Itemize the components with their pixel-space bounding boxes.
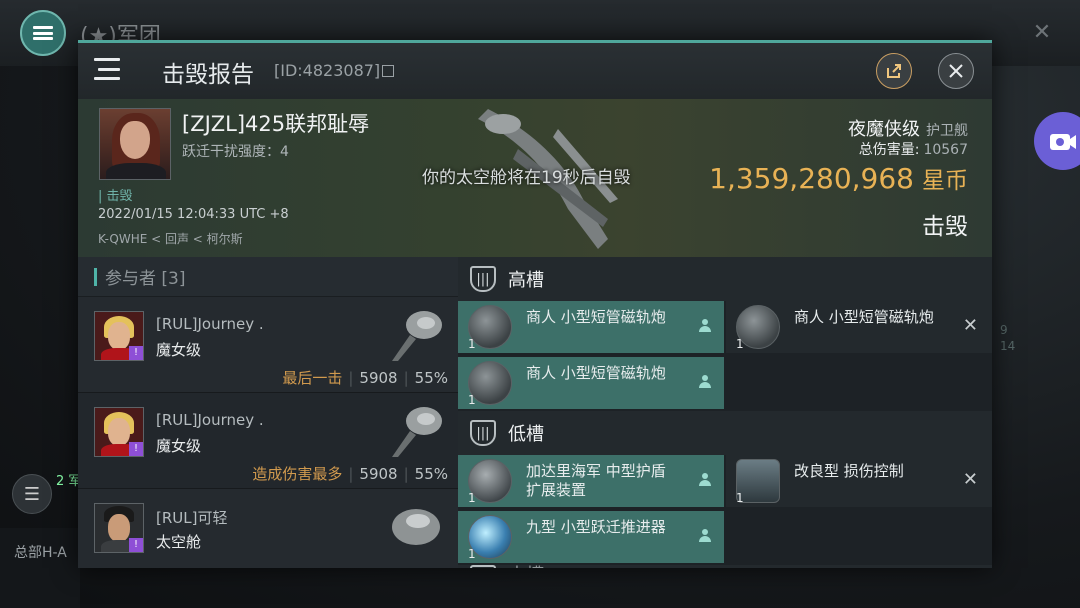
total-damage: 总伤害量: 10567 [858,142,968,158]
participant-row[interactable]: ! [RUL]可轻 太空舱 [78,489,458,568]
isk-value: 1,359,280,968 星币 [709,162,968,195]
role-icon: ! [129,346,143,360]
participant-name: [RUL]Journey . [156,411,264,429]
victim-panel: [ZJZL]425联邦耻辱 跃迁干扰强度：4 | 击毁 2022/01/15 1… [78,99,992,257]
warp-disrupt-strength: 跃迁干扰强度：4 [182,144,289,160]
killmail-modal: 击毁报告 [ID:4823087] [ZJZL]425联邦耻辱 跃迁干扰强度：4… [78,40,992,568]
module-item[interactable]: 1 加达里海军 中型护盾扩展装置 [458,455,724,507]
participant-stats: 造成伤害最多 | 5908 | 55% [252,465,448,483]
background-side-menu-button[interactable]: ☰ [12,474,52,514]
pilot-icon [698,529,712,543]
role-icon: ! [129,538,143,552]
participant-avatar[interactable]: ! [94,407,144,457]
kill-timestamp: 2022/01/15 12:04:33 UTC +8 [98,207,289,222]
kill-tag: | 击毁 [98,189,133,204]
participant-name: [RUL]Journey . [156,315,264,333]
pod-self-destruct-notice: 你的太空舱将在19秒后自毁 [422,168,631,188]
participant-row[interactable]: ! [RUL]Journey . 魔女级 造成伤害最多 | 5908 | 55% [78,393,458,489]
participant-ship: 魔女级 [156,437,202,455]
copy-icon[interactable] [382,65,395,77]
module-slot-empty [726,511,992,563]
close-icon [949,64,963,78]
participant-stats: 最后一击 | 5908 | 55% [282,369,448,387]
high-slot-icon: ||| [470,266,496,292]
share-button[interactable] [876,53,912,89]
share-icon [887,64,901,78]
module-item[interactable]: 1 商人 小型短管磁轨炮 ✕ [726,301,992,353]
close-button[interactable] [938,53,974,89]
killmail-id[interactable]: [ID:4823087] [274,61,395,80]
menu-icon [33,26,53,40]
module-item[interactable]: 1 改良型 损伤控制 ✕ [726,455,992,507]
modal-header: 击毁报告 [ID:4823087] [78,43,992,99]
participants-header: 参与者 [3] [78,257,458,297]
module-item[interactable]: 1 九型 小型跃迁推进器 [458,511,724,563]
participant-avatar[interactable]: ! [94,503,144,553]
low-slot-grid: 1 加达里海军 中型护盾扩展装置 1 改良型 损伤控制 ✕ 1 九型 小型跃迁推… [458,455,992,565]
participant-row[interactable]: ! [RUL]Journey . 魔女级 最后一击 | 5908 | 55% [78,297,458,393]
pilot-icon [698,473,712,487]
victim-avatar[interactable] [99,108,171,180]
low-slot-header: ||| 低槽 [458,411,992,455]
x-icon: ✕ [962,469,978,490]
victim-ship-type[interactable]: 夜魔侠级 护卫舰 [848,115,968,141]
kill-result: 击毁 [922,214,968,240]
participant-ship-image [392,311,442,361]
high-slot-grid: 1 商人 小型短管磁轨炮 1 商人 小型短管磁轨炮 ✕ 1 商人 小型短管磁轨炮 [458,301,992,411]
fitting-panel: ||| 高槽 1 商人 小型短管磁轨炮 1 商人 小型短管磁轨炮 ✕ 1 商人 … [458,257,992,568]
mid-slot-icon [470,565,496,568]
mid-slot-header: 中槽 [458,565,992,568]
participant-ship-image [392,509,440,545]
x-icon: ✕ [962,315,978,336]
participants-panel: 参与者 [3] ! [RUL]Journey . 魔女级 最后一击 | 5908 | 5… [78,257,458,568]
module-slot-empty [726,357,992,409]
participant-name: [RUL]可轻 [156,509,228,527]
camera-icon [1050,134,1076,150]
victim-name[interactable]: [ZJZL]425联邦耻辱 [182,108,369,138]
high-slot-header: ||| 高槽 [458,257,992,301]
kill-location[interactable]: K-QWHE < 回声 < 柯尔斯 [98,230,243,247]
module-item[interactable]: 1 商人 小型短管磁轨炮 [458,301,724,353]
module-item[interactable]: 1 商人 小型短管磁轨炮 [458,357,724,409]
participant-ship: 魔女级 [156,341,202,359]
low-slot-icon: ||| [470,420,496,446]
background-bottom-strip [0,528,80,608]
pilot-icon [698,375,712,389]
background-right-numbers: 9 14 [1000,323,1016,353]
participant-ship-image [392,407,442,457]
participant-avatar[interactable]: ! [94,311,144,361]
participant-ship: 太空舱 [156,533,202,551]
background-menu-button[interactable] [20,10,66,56]
modal-title: 击毁报告 [162,62,254,88]
background-hq-text: 总部H-A [14,545,67,561]
menu-icon[interactable] [92,55,124,83]
role-icon: ! [129,442,143,456]
pilot-icon [698,319,712,333]
background-close-icon[interactable]: ✕ [1026,18,1058,50]
